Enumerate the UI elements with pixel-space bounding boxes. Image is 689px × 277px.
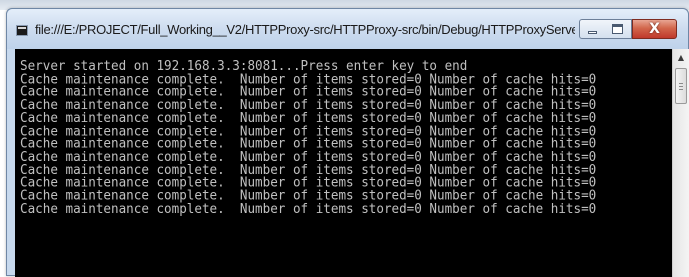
close-icon: X [649,21,660,37]
vertical-scrollbar[interactable]: ▲ [672,49,689,277]
console-line: Cache maintenance complete. Number of it… [20,200,597,216]
console-text: Server started on 192.168.3.3:8081...Pre… [20,59,597,216]
scroll-thumb[interactable] [675,68,687,104]
console-app-icon [16,25,28,36]
maximize-icon [612,24,623,34]
grip-line [679,89,683,90]
console-window: file:///E:/PROJECT/Full_Working__V2/HTTP… [6,8,689,277]
scroll-up-arrow-icon[interactable]: ▲ [673,49,689,66]
grip-line [679,86,683,87]
console-output[interactable]: Server started on 192.168.3.3:8081...Pre… [15,49,672,277]
minimize-icon [588,31,597,34]
title-bar[interactable]: file:///E:/PROJECT/Full_Working__V2/HTTP… [7,9,688,49]
maximize-button[interactable] [605,19,632,39]
minimize-button[interactable] [579,19,606,39]
close-button[interactable]: X [632,19,677,39]
grip-line [679,83,683,84]
window-title: file:///E:/PROJECT/Full_Working__V2/HTTP… [35,22,575,37]
